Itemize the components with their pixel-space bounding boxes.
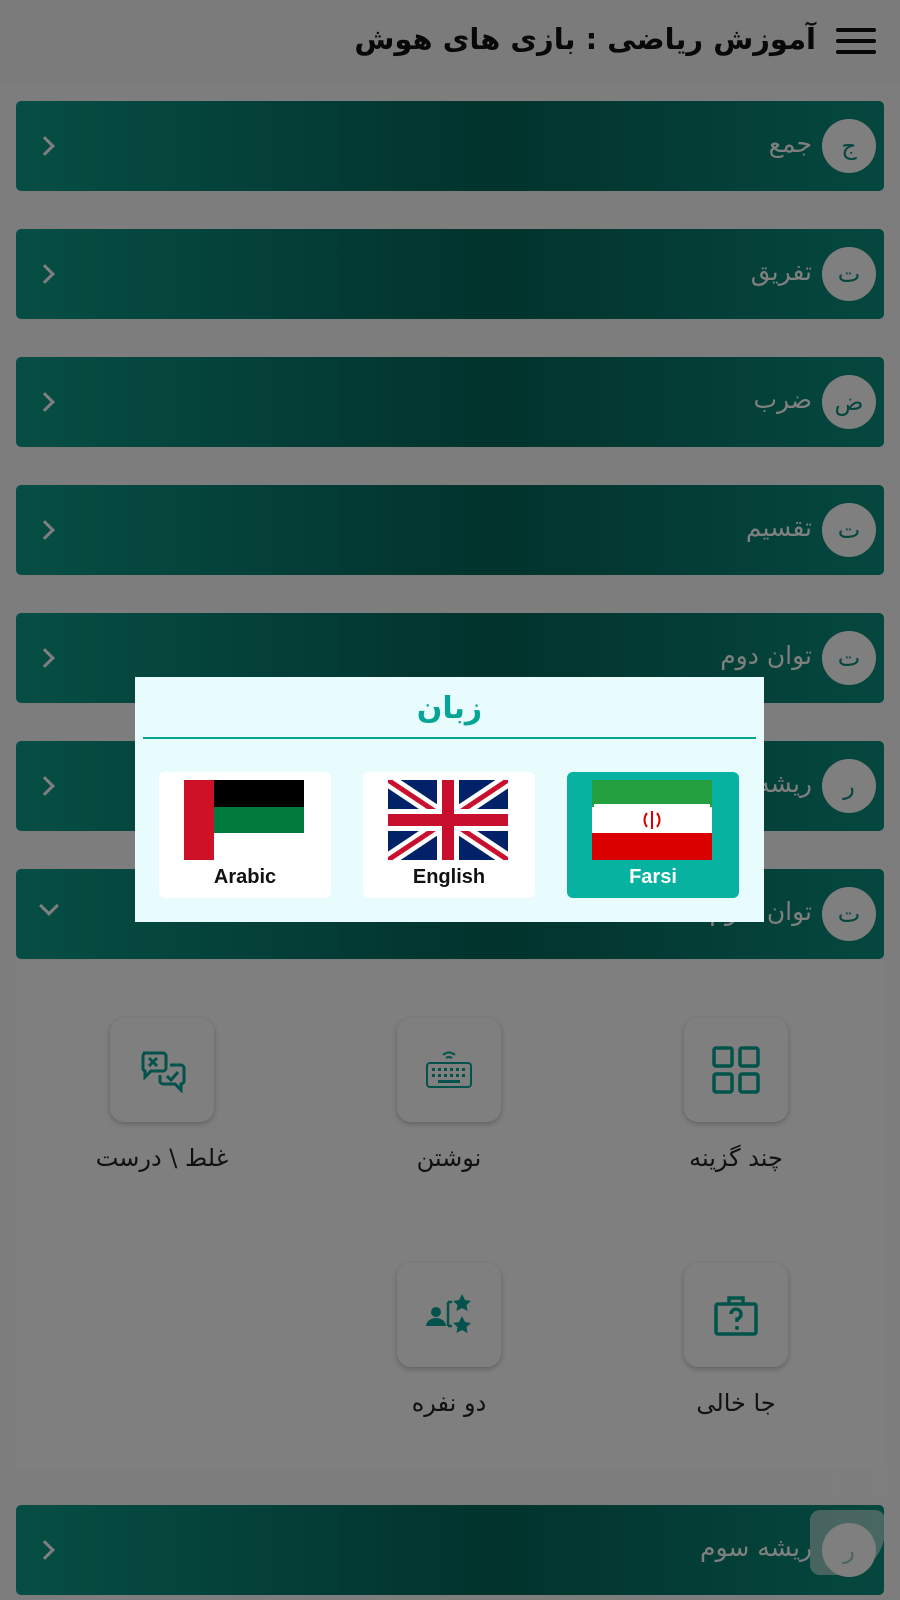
- language-option-arabic[interactable]: Arabic: [159, 772, 331, 898]
- language-name: Farsi: [629, 866, 677, 888]
- iran-flag-icon: [592, 780, 712, 860]
- language-option-english[interactable]: English: [363, 772, 535, 898]
- language-dialog: زبان Farsi English Arabic: [135, 677, 764, 922]
- dialog-title: زبان: [416, 691, 483, 726]
- arab-flag-icon: [184, 780, 304, 860]
- language-option-farsi[interactable]: Farsi: [567, 772, 739, 898]
- language-name: Arabic: [213, 866, 277, 888]
- uk-flag-icon: [388, 780, 508, 860]
- dialog-divider: [143, 737, 756, 739]
- language-name: English: [412, 866, 486, 888]
